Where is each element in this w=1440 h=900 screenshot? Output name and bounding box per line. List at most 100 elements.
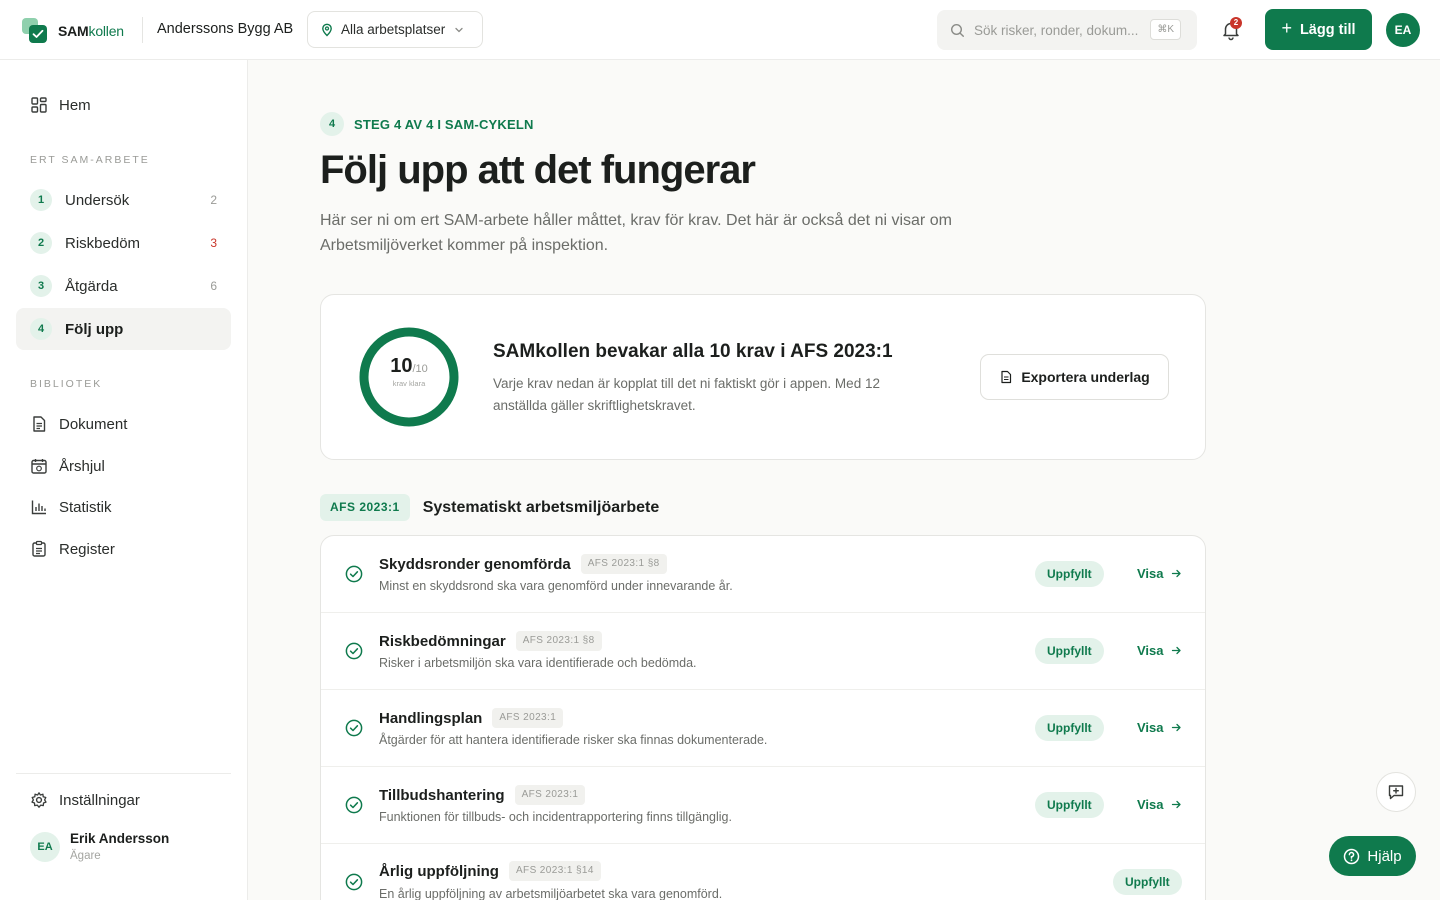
feedback-button[interactable]	[1376, 772, 1416, 812]
status-badge: Uppfyllt	[1035, 715, 1104, 741]
main-content: 4 STEG 4 AV 4 I SAM-CYKELN Följ upp att …	[248, 60, 1440, 900]
help-button-label: Hjälp	[1367, 847, 1402, 865]
summary-title: SAMkollen bevakar alla 10 krav i AFS 202…	[493, 341, 893, 362]
status-badge: Uppfyllt	[1035, 561, 1104, 587]
check-circle-icon	[345, 873, 363, 891]
sidebar-divider	[16, 773, 231, 774]
compliance-summary-card: 10/10 krav klara SAMkollen bevakar alla …	[320, 294, 1206, 460]
view-link[interactable]: Visa	[1137, 797, 1182, 812]
requirement-row[interactable]: Handlingsplan AFS 2023:1 Åtgärder för att…	[321, 690, 1205, 767]
chevron-down-icon	[455, 27, 463, 32]
check-circle-icon	[345, 565, 363, 583]
status-badge: Uppfyllt	[1035, 638, 1104, 664]
sidebar-item-label: Åtgärda	[65, 277, 118, 295]
clipboard-icon	[32, 540, 46, 557]
top-bar: SAMkollen Anderssons Bygg AB Alla arbets…	[0, 0, 1440, 60]
gear-icon	[31, 792, 47, 808]
comment-plus-icon	[1388, 785, 1404, 800]
help-button[interactable]: Hjälp	[1329, 836, 1416, 876]
item-count: 2	[210, 193, 217, 207]
brand-accent: kollen	[88, 22, 125, 39]
user-profile[interactable]: EA Erik Andersson Ägare	[30, 831, 169, 862]
view-link-label: Visa	[1137, 797, 1164, 812]
avatar: EA	[30, 831, 60, 862]
requirement-description: Åtgärder för att hantera identifierade r…	[379, 733, 768, 747]
brand-name: SAMkollen	[58, 23, 124, 39]
search-input[interactable]	[974, 22, 1142, 38]
sidebar-item-settings[interactable]: Inställningar	[16, 779, 231, 821]
status-badge: Uppfyllt	[1113, 869, 1182, 895]
arrow-right-icon	[1171, 646, 1181, 655]
requirement-row[interactable]: Riskbedömningar AFS 2023:1 §8 Risker i ar…	[321, 613, 1205, 690]
step-number: 4	[30, 318, 52, 340]
view-link-label: Visa	[1137, 566, 1164, 581]
workplace-selector[interactable]: Alla arbetsplatser	[307, 11, 483, 48]
requirement-row[interactable]: Årlig uppföljning AFS 2023:1 §14 En årlig…	[321, 844, 1205, 900]
view-link[interactable]: Visa	[1137, 566, 1182, 581]
sidebar-item-undersok[interactable]: 1 Undersök 2	[16, 179, 231, 221]
sidebar: Hem ERT SAM-ARBETE 1 Undersök 2 2 Riskbe…	[0, 60, 248, 900]
view-link[interactable]: Visa	[1137, 643, 1182, 658]
requirement-name: Årlig uppföljning	[379, 862, 499, 880]
sidebar-item-register[interactable]: Register	[16, 528, 231, 570]
search-box[interactable]: ⌘K	[937, 10, 1197, 50]
view-link-label: Visa	[1137, 643, 1164, 658]
company-name: Anderssons Bygg AB	[157, 21, 294, 37]
user-avatar[interactable]: EA	[1386, 13, 1420, 47]
export-button[interactable]: Exportera underlag	[980, 354, 1169, 400]
notifications-button[interactable]: 2	[1220, 17, 1242, 41]
requirement-description: En årlig uppföljning av arbetsmiljöarbet…	[379, 887, 723, 900]
sidebar-item-label: Hem	[59, 96, 91, 114]
section-label-sam: ERT SAM-ARBETE	[30, 154, 150, 166]
sidebar-item-label: Register	[59, 540, 115, 558]
requirement-ref: AFS 2023:1	[492, 708, 564, 728]
sidebar-item-label: Följ upp	[65, 320, 124, 338]
section-label-library: BIBLIOTEK	[30, 378, 103, 390]
brand-main: SAM	[58, 22, 89, 39]
app-logo[interactable]: SAMkollen	[22, 18, 124, 43]
item-count: 6	[210, 279, 217, 293]
requirement-name: Riskbedömningar	[379, 632, 506, 650]
requirement-row[interactable]: Skyddsronder genomförda AFS 2023:1 §8 Min…	[321, 536, 1205, 613]
step-caption: STEG 4 AV 4 I SAM-CYKELN	[354, 116, 534, 132]
summary-text: Varje krav nedan är kopplat till det ni …	[493, 376, 880, 413]
add-button[interactable]: + Lägg till	[1265, 9, 1372, 50]
plus-icon: +	[1281, 18, 1292, 38]
sidebar-item-arshjul[interactable]: Årshjul	[16, 445, 231, 487]
header-divider	[142, 17, 143, 43]
sidebar-item-dokument[interactable]: Dokument	[16, 403, 231, 445]
workplace-selected: Alla arbetsplatser	[341, 22, 446, 37]
step-number: 4	[320, 112, 344, 136]
user-role: Ägare	[70, 850, 101, 862]
requirement-row[interactable]: Tillbudshantering AFS 2023:1 Funktionen f…	[321, 767, 1205, 844]
sidebar-item-label: Årshjul	[59, 457, 105, 475]
sidebar-item-folj-upp[interactable]: 4 Följ upp	[16, 308, 231, 350]
document-icon	[33, 416, 46, 432]
notification-badge: 2	[1230, 17, 1242, 29]
sidebar-item-statistik[interactable]: Statistik	[16, 486, 231, 528]
view-link-label: Visa	[1137, 720, 1164, 735]
sidebar-item-label: Statistik	[59, 498, 112, 516]
step-number: 1	[30, 189, 52, 211]
sidebar-item-atgarda[interactable]: 3 Åtgärda 6	[16, 265, 231, 307]
sidebar-item-home[interactable]: Hem	[16, 84, 231, 126]
search-icon	[950, 23, 964, 37]
view-link[interactable]: Visa	[1137, 720, 1182, 735]
sidebar-item-riskbedom[interactable]: 2 Riskbedöm 3	[16, 222, 231, 264]
requirements-total: /10	[412, 363, 428, 375]
requirement-ref: AFS 2023:1 §8	[515, 631, 602, 651]
question-circle-icon	[1344, 848, 1360, 864]
location-pin-icon	[322, 23, 332, 36]
calendar-icon	[31, 459, 47, 474]
requirement-ref: AFS 2023:1 §14	[508, 861, 601, 881]
logo-icon	[22, 18, 47, 43]
search-shortcut: ⌘K	[1150, 19, 1181, 40]
sidebar-item-label: Dokument	[59, 415, 128, 433]
arrow-right-icon	[1171, 800, 1181, 809]
step-number: 3	[30, 275, 52, 297]
requirement-ref: AFS 2023:1	[514, 785, 586, 805]
user-name: Erik Andersson	[70, 831, 170, 846]
check-circle-icon	[345, 719, 363, 737]
requirement-ref: AFS 2023:1 §8	[580, 554, 667, 574]
bar-chart-icon	[31, 500, 46, 515]
